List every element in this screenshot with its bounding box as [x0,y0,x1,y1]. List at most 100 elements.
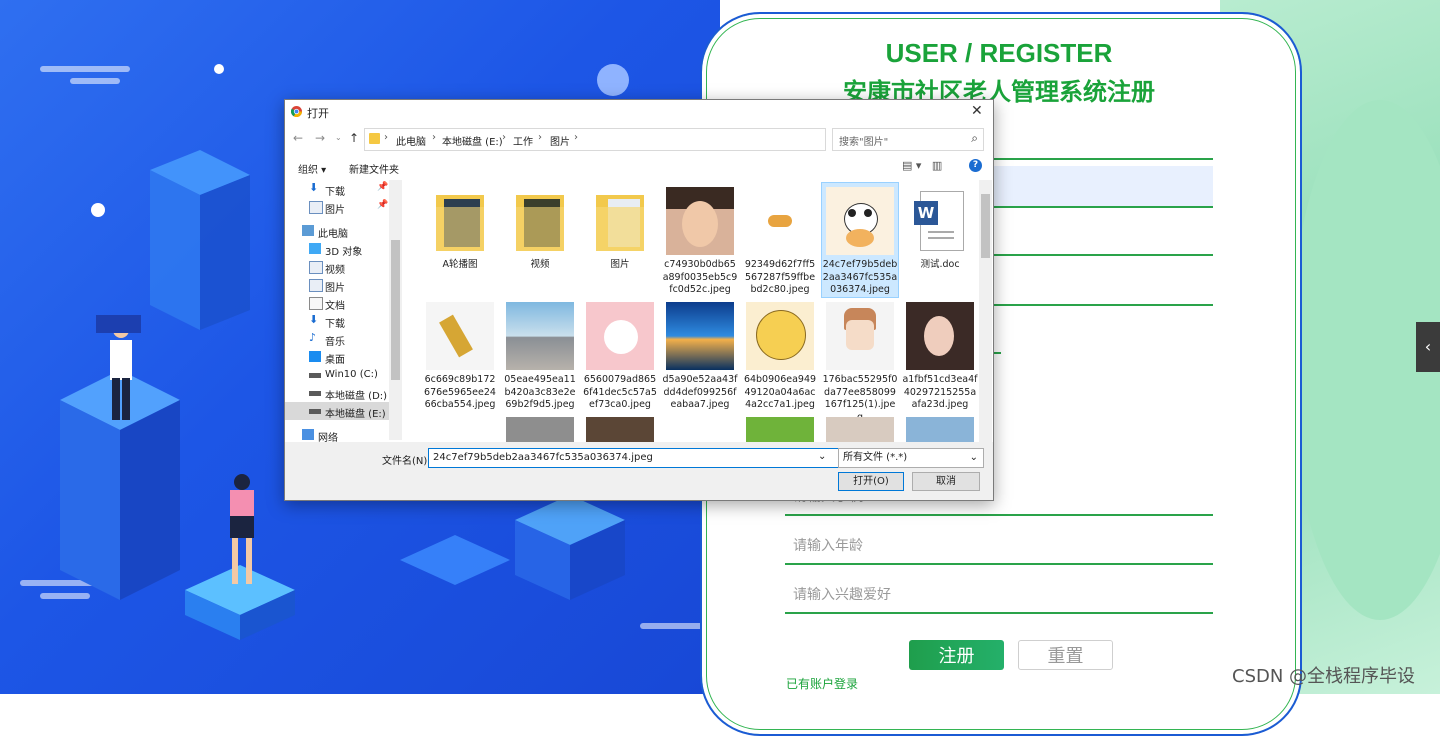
search-input[interactable]: 搜索"图片" ⌕ [832,128,984,151]
image-file[interactable]: a1fbf51cd3ea4f40297215255aafa23d.jpeg [902,298,978,412]
nav-item-this-pc[interactable]: 此电脑 [285,222,389,240]
image-thumbnail [666,187,734,255]
image-file[interactable]: c74930b0db65a89f0035eb5c9fc0d52c.jpeg [662,183,738,297]
drive-icon [309,391,321,396]
breadcrumb-drive-e[interactable]: 本地磁盘 (E:) [442,133,503,148]
login-link[interactable]: 已有账户登录 [786,675,858,692]
file-name: 05eae495ea11b420a3c83e2e69b2f9d5.jpeg [504,374,576,410]
image-file-selected[interactable]: 24c7ef79b5deb2aa3467fc535a036374.jpeg [821,182,899,298]
nav-item-drive-e[interactable]: 本地磁盘 (E:) [285,402,389,420]
age-field[interactable]: 请输入年龄 [785,523,1213,565]
help-icon[interactable]: ? [969,159,982,172]
register-button[interactable]: 注册 [909,640,1004,670]
computer-icon [302,225,314,236]
up-arrow-icon[interactable]: ↑ [349,131,359,145]
search-icon[interactable]: ⌕ [971,131,978,146]
nav-item-drive-c[interactable]: Win10 (C:) [285,366,389,384]
image-thumbnail [906,417,974,442]
chevron-down-icon: ⌄ [969,452,978,463]
close-icon[interactable]: ✕ [971,103,983,119]
navigation-bar: ← → ⌄ ↑ › 此电脑 › 本地磁盘 (E:) › 工作 › 图片 › ⌄ … [285,127,993,153]
nav-item-label: 下载 [325,187,345,198]
side-collapse-handle[interactable]: ‹ [1416,322,1440,372]
image-file[interactable]: 64b0906ea94949120a04a6ac4a2cc7a1.jpeg [742,298,818,412]
image-file-partial[interactable] [742,413,818,442]
image-thumbnail [906,302,974,370]
file-scrollbar[interactable] [979,180,992,442]
reset-button[interactable]: 重置 [1018,640,1113,670]
file-name: 92349d62f7ff5567287f59ffbebd2c80.jpeg [744,259,816,295]
word-doc-icon: W [906,187,974,255]
nav-item-label: 本地磁盘 (E:) [325,409,386,420]
image-file[interactable]: 92349d62f7ff5567287f59ffbebd2c80.jpeg [742,183,818,297]
image-file[interactable]: 05eae495ea11b420a3c83e2e69b2f9d5.jpeg [502,298,578,412]
breadcrumb-this-pc[interactable]: 此电脑 [396,133,426,148]
image-thumbnail [826,187,894,255]
nav-scrollbar[interactable] [389,180,402,440]
nav-item-desktop[interactable]: 桌面 [285,348,389,366]
image-thumbnail [746,417,814,442]
file-name: d5a90e52aa43fdd4def099256feabaa7.jpeg [662,374,738,410]
cancel-button[interactable]: 取消 [912,472,980,491]
chevron-right-icon: › [574,132,578,143]
organize-menu[interactable]: 组织 ▾ [298,161,326,176]
nav-item-videos[interactable]: 视频 [285,258,389,276]
hobby-field[interactable]: 请输入兴趣爱好 [785,572,1213,614]
scroll-thumb[interactable] [391,240,400,380]
nav-item-label: 音乐 [325,337,345,348]
folder-video[interactable]: 视频 [502,183,578,297]
folder-pictures[interactable]: 图片 [582,183,658,297]
image-file-partial[interactable] [822,413,898,442]
image-thumbnail [426,302,494,370]
image-file[interactable]: 176bac55295f0da77ee858099167f125(1).jpeg [822,298,898,423]
pin-icon: 📌 [377,200,389,210]
view-options-icon[interactable]: ▤ ▾ ▥ [902,159,942,172]
back-arrow-icon[interactable]: ← [293,131,303,145]
chevron-down-icon[interactable]: ⌄ [335,133,342,142]
nav-item-pictures[interactable]: 图片 [285,276,389,294]
image-file[interactable]: d5a90e52aa43fdd4def099256feabaa7.jpeg [662,298,738,412]
pictures-icon [309,279,323,292]
filename-input[interactable]: 24c7ef79b5deb2aa3467fc535a036374.jpeg [428,448,839,468]
nav-item-downloads[interactable]: ⬇ 下载 [285,312,389,330]
open-button[interactable]: 打开(O) [838,472,904,491]
forward-arrow-icon[interactable]: → [315,131,325,145]
nav-item-music[interactable]: ♪ 音乐 [285,330,389,348]
image-file-partial[interactable] [502,413,578,442]
folder-icon [506,187,574,255]
dialog-titlebar[interactable]: 打开 ✕ [285,100,993,124]
download-icon: ⬇ [309,313,319,326]
pin-icon: 📌 [377,182,389,192]
image-file-partial[interactable] [582,413,658,442]
hobby-placeholder: 请输入兴趣爱好 [793,587,891,603]
chevron-right-icon: › [432,132,436,143]
desktop-icon [309,351,321,362]
nav-item-network[interactable]: 网络 [285,426,389,442]
file-type-select[interactable]: 所有文件 (*.*) ⌄ [838,448,984,468]
network-icon [302,429,314,440]
nav-item-3d-objects[interactable]: 3D 对象 [285,240,389,258]
image-file[interactable]: 6560079ad8656f41dec5c57a5ef73ca0.jpeg [582,298,658,412]
nav-item-label: 桌面 [325,355,345,366]
nav-item-drive-d[interactable]: 本地磁盘 (D:) [285,384,389,402]
breadcrumb-work[interactable]: 工作 [513,133,533,148]
folder-carousel[interactable]: A轮播图 [422,183,498,297]
nav-item-downloads-quick[interactable]: ⬇ 下载 📌 [285,180,389,198]
3d-objects-icon [309,243,321,254]
nav-item-pictures-quick[interactable]: 图片 📌 [285,198,389,216]
image-thumbnail [746,302,814,370]
file-name: a1fbf51cd3ea4f40297215255aafa23d.jpeg [902,374,978,410]
scroll-thumb[interactable] [981,194,990,258]
address-bar[interactable]: › 此电脑 › 本地磁盘 (E:) › 工作 › 图片 › ⌄ ↻ [364,128,897,151]
new-folder-button[interactable]: 新建文件夹 [349,161,399,176]
nav-item-label: 图片 [325,283,345,294]
image-file-partial[interactable] [902,413,978,442]
chevron-down-icon[interactable]: ⌄ [818,451,826,462]
file-name: A轮播图 [442,259,478,270]
file-list: A轮播图 视频 图片 c74930b0db65a89f0035eb5c9fc0d… [407,180,979,442]
nav-item-documents[interactable]: 文档 [285,294,389,312]
chevron-right-icon: › [384,132,388,143]
breadcrumb-pictures[interactable]: 图片 [550,133,570,148]
doc-file[interactable]: W 测试.doc [902,183,978,297]
image-file[interactable]: 6c669c89b172676e5965ee2466cba554.jpeg [422,298,498,412]
